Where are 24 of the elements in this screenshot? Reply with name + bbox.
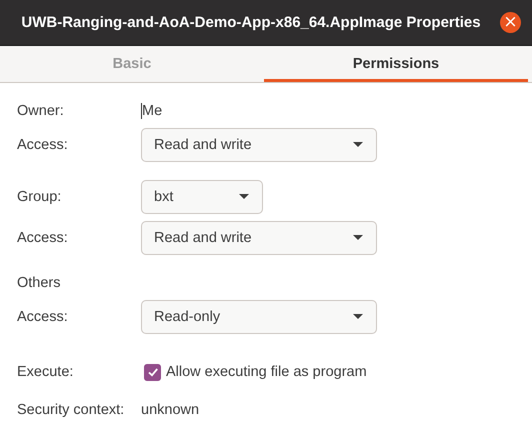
dropdown[interactable]: bxt [141,180,263,214]
caret-icon [353,235,363,241]
field-label: Access: [17,309,69,325]
dropdown[interactable]: Read and write [141,128,377,162]
dropdown[interactable]: Read and write [141,221,377,255]
checkbox[interactable] [144,364,161,380]
window-title: UWB-Ranging-and-AoA-Demo-App-x86_64.AppImage Properties [21,14,481,31]
caret-icon [239,194,249,200]
checkbox-label[interactable]: Allow executing file as program [166,364,367,380]
caret-icon [353,142,363,148]
caret-icon [353,314,363,320]
field-label: Access: [17,230,69,246]
field-label: Security context: [17,402,126,418]
close-button[interactable]: × [500,12,521,33]
field-label: Access: [17,137,69,153]
field-label: Others [17,275,62,291]
check-icon [146,366,158,378]
field-label: Group: [17,189,62,205]
dropdown[interactable]: Read-only [141,300,377,334]
field-value: unknown [141,402,200,418]
field-value: Me [141,103,162,119]
field-label: Owner: [17,103,65,119]
field-label: Execute: [17,364,74,380]
tab[interactable]: Permissions [264,46,528,82]
